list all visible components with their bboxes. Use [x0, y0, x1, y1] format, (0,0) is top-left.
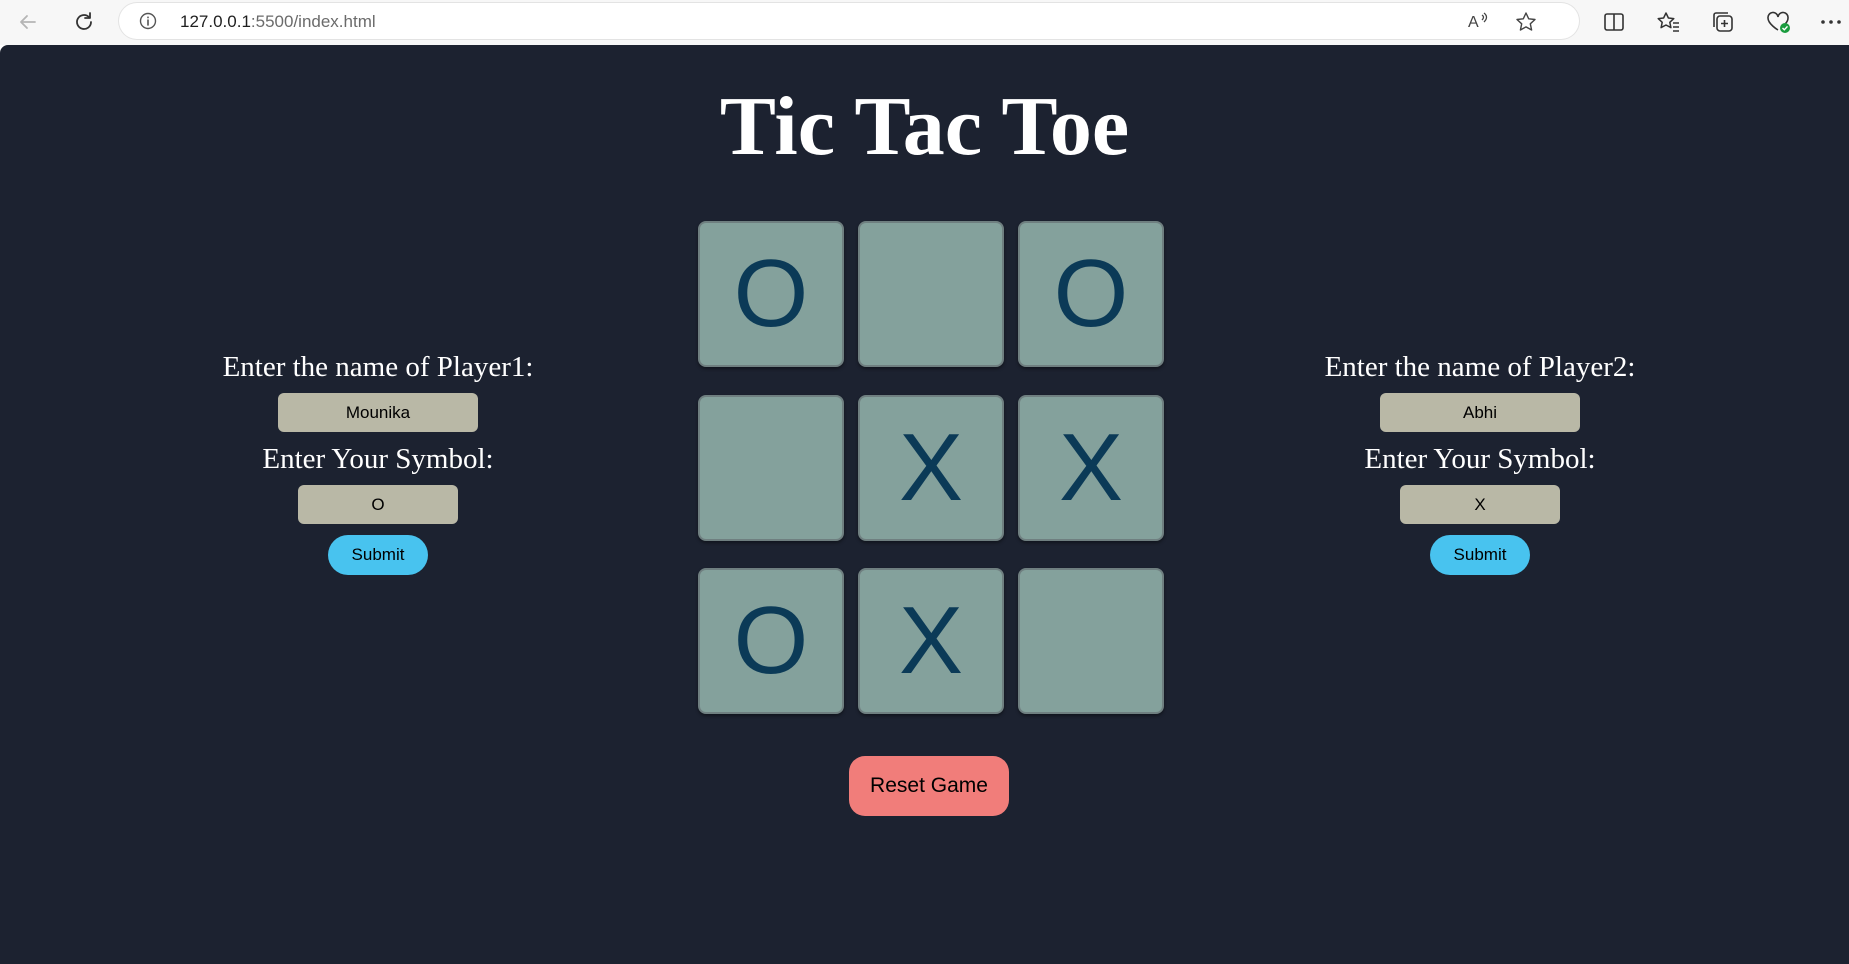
info-icon[interactable] [139, 12, 157, 30]
board-cell-9[interactable] [1018, 568, 1164, 714]
read-aloud-icon[interactable]: A [1467, 11, 1489, 31]
collections-icon[interactable] [1710, 9, 1736, 35]
player1-name-input[interactable]: Mounika [278, 393, 478, 432]
player1-submit-button[interactable]: Submit [328, 535, 428, 575]
favorites-icon[interactable] [1655, 9, 1681, 35]
svg-text:A: A [1468, 14, 1479, 31]
board-cell-8[interactable]: X [858, 568, 1004, 714]
player2-name-label: Enter the name of Player2: [1324, 351, 1636, 383]
back-icon[interactable] [10, 6, 46, 38]
board-cell-1[interactable]: O [698, 221, 844, 367]
player2-name-input[interactable]: Abhi [1380, 393, 1580, 432]
browser-essentials-icon[interactable] [1765, 9, 1791, 35]
game-board: O O X X O X [698, 221, 1164, 715]
split-screen-icon[interactable] [1601, 9, 1627, 35]
board-cell-5[interactable]: X [858, 395, 1004, 541]
player1-name-label: Enter the name of Player1: [222, 351, 534, 383]
url-text[interactable]: 127.0.0.1:5500/index.html [180, 12, 376, 32]
player2-submit-button[interactable]: Submit [1430, 535, 1530, 575]
refresh-icon[interactable] [66, 6, 102, 38]
board-cell-2[interactable] [858, 221, 1004, 367]
player2-panel: Enter the name of Player2: Abhi Enter Yo… [1260, 350, 1700, 575]
browser-toolbar: 127.0.0.1:5500/index.html A [0, 0, 1849, 45]
board-cell-4[interactable] [698, 395, 844, 541]
address-bar[interactable]: 127.0.0.1:5500/index.html A [119, 3, 1579, 39]
url-path: :5500/index.html [250, 12, 376, 31]
page-body: Tic Tac Toe Enter the name of Player1: M… [0, 45, 1849, 964]
favorite-star-icon[interactable] [1515, 11, 1537, 33]
more-icon[interactable] [1818, 9, 1844, 35]
board-cell-3[interactable]: O [1018, 221, 1164, 367]
board-cell-6[interactable]: X [1018, 395, 1164, 541]
url-host: 127.0.0.1 [180, 12, 251, 31]
player1-symbol-input[interactable]: O [298, 485, 458, 524]
reset-game-button[interactable]: Reset Game [849, 756, 1009, 816]
board-cell-7[interactable]: O [698, 568, 844, 714]
page-title: Tic Tac Toe [719, 80, 1130, 173]
player1-panel: Enter the name of Player1: Mounika Enter… [158, 350, 598, 575]
player2-symbol-input[interactable]: X [1400, 485, 1560, 524]
player1-symbol-label: Enter Your Symbol: [262, 443, 494, 475]
player2-symbol-label: Enter Your Symbol: [1364, 443, 1596, 475]
